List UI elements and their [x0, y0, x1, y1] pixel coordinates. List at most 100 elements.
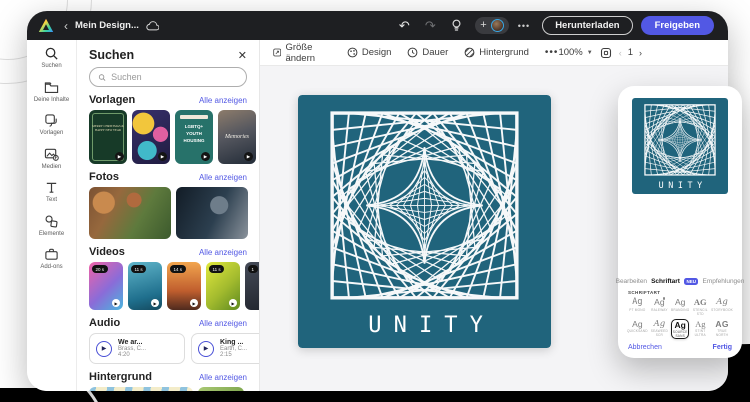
duration-badge: 14 s	[170, 265, 186, 273]
play-icon[interactable]: ▶	[112, 299, 120, 307]
section-title-background: Hintergrund	[89, 371, 152, 383]
duration-badge: 20 s	[92, 265, 108, 273]
font-option[interactable]: Ag STORYBOOK	[711, 297, 733, 315]
font-option[interactable]: AG TRUE NORTH	[711, 319, 733, 339]
tab-font[interactable]: Schriftart	[651, 278, 680, 285]
avatar[interactable]	[490, 19, 504, 32]
redo-icon[interactable]: ↷	[421, 17, 439, 35]
search-icon	[98, 73, 106, 81]
font-option[interactable]: Ag QUICKSAND	[627, 319, 648, 339]
play-icon[interactable]: ▶	[151, 299, 159, 307]
templates-row: MERRY CHRISTMAS & HAPPY NEW YEAR ▶ ▶ LGB…	[89, 110, 256, 164]
svg-text:UNITY: UNITY	[659, 180, 707, 190]
sidebar-item-search[interactable]: Suchen	[27, 46, 76, 71]
addons-icon	[45, 248, 58, 260]
photo-thumb[interactable]	[89, 187, 171, 239]
video-thumb[interactable]: 20 s ▶	[89, 262, 123, 310]
share-button[interactable]: Freigeben	[640, 16, 714, 35]
font-option[interactable]: AG STENCIL STD	[692, 297, 708, 315]
see-all-link[interactable]: Alle anzeigen	[199, 96, 247, 105]
search-input-wrap[interactable]	[89, 67, 247, 87]
sidebar-item-text[interactable]: Text	[27, 180, 76, 205]
play-icon[interactable]: ▶	[115, 152, 124, 161]
play-icon[interactable]: ▶	[198, 340, 214, 357]
see-all-link[interactable]: Alle anzeigen	[199, 373, 247, 382]
font-option-selected[interactable]: Ag SOURCE SANS	[671, 318, 690, 339]
icon-rail: Suchen Deine Inhalte Vorlagen Medien Tex…	[27, 40, 77, 391]
see-all-link[interactable]: Alle anzeigen	[199, 173, 247, 182]
play-icon[interactable]: ▶	[244, 152, 253, 161]
chevron-left-icon[interactable]: ‹	[619, 48, 622, 58]
tab-edit[interactable]: Bearbeiten	[616, 278, 647, 285]
design-button[interactable]: Design	[347, 47, 391, 58]
search-panel: Suchen ✕ Vorlagen Alle anzeigen MERRY CH…	[77, 40, 260, 391]
video-thumb[interactable]: 11 s ▶	[206, 262, 240, 310]
play-icon[interactable]: ▶	[190, 299, 198, 307]
background-row	[89, 387, 247, 391]
audio-card[interactable]: ▶ We ar... Brass, C... 4:20	[89, 333, 185, 364]
resize-button[interactable]: Größe ändern	[273, 42, 331, 64]
template-thumb[interactable]: LGBTQ+ YOUTH HOUSING ▶	[175, 110, 213, 164]
see-all-link[interactable]: Alle anzeigen	[199, 319, 247, 328]
template-thumb[interactable]: MERRY CHRISTMAS & HAPPY NEW YEAR ▶	[89, 110, 127, 164]
clock-icon	[408, 47, 418, 58]
play-icon[interactable]: ▶	[201, 152, 210, 161]
font-option[interactable]: Ag STINT ULTRA	[692, 319, 708, 339]
cancel-button[interactable]: Abbrechen	[628, 344, 662, 351]
font-option[interactable]: Ag RALEWAY	[651, 297, 668, 315]
adobe-express-logo[interactable]	[38, 18, 54, 33]
photo-thumb[interactable]	[176, 187, 248, 239]
text-icon	[46, 182, 57, 193]
close-icon[interactable]: ✕	[238, 49, 247, 62]
play-icon[interactable]: ▶	[229, 299, 237, 307]
done-button[interactable]: Fertig	[713, 344, 732, 351]
font-section-label: SCHRIFTART	[628, 290, 661, 296]
see-all-link[interactable]: Alle anzeigen	[199, 248, 247, 257]
lightbulb-icon[interactable]	[447, 17, 465, 35]
background-thumb[interactable]	[198, 387, 244, 391]
sidebar-item-your-content[interactable]: Deine Inhalte	[27, 80, 76, 105]
play-icon[interactable]: ▶	[158, 152, 167, 161]
cloud-sync-icon	[146, 20, 159, 31]
undo-icon[interactable]: ↶	[395, 17, 413, 35]
tab-recommendations[interactable]: Empfehlungen	[702, 278, 744, 285]
panel-title: Suchen	[89, 48, 135, 62]
chevron-right-icon[interactable]: ›	[639, 48, 642, 58]
elements-icon	[45, 215, 58, 228]
sidebar-item-media[interactable]: Medien	[27, 147, 76, 172]
svg-text:UNITY: UNITY	[368, 313, 495, 338]
download-button[interactable]: Herunterladen	[542, 16, 633, 35]
zoom-control[interactable]: 100% ▼	[558, 47, 592, 58]
font-option[interactable]: Ag BRANDING	[671, 297, 689, 315]
design-preview: UNITY	[632, 98, 728, 194]
video-thumb[interactable]: 14 s ▶	[167, 262, 201, 310]
plus-icon[interactable]: +	[480, 20, 486, 31]
play-icon[interactable]: ▶	[96, 340, 112, 357]
search-input[interactable]	[111, 72, 238, 82]
sidebar-item-templates[interactable]: Vorlagen	[27, 113, 76, 138]
font-option[interactable]: Ag PT MONO	[627, 297, 648, 315]
design-canvas[interactable]: UNITY	[298, 95, 551, 348]
document-title[interactable]: Mein Design...	[75, 20, 139, 31]
background-button[interactable]: Hintergrund	[464, 47, 529, 58]
video-thumb[interactable]: 1	[245, 262, 259, 310]
toolbar-more-icon[interactable]: •••	[545, 47, 559, 58]
pages-icon[interactable]	[600, 47, 612, 59]
search-icon	[45, 47, 58, 60]
sidebar-item-elements[interactable]: Elemente	[27, 214, 76, 239]
videos-row: 20 s ▶ 11 s ▶ 14 s ▶ 11 s ▶ 1	[89, 262, 259, 310]
collaborators-pill[interactable]: +	[475, 17, 509, 34]
sidebar-item-addons[interactable]: Add-ons	[27, 247, 76, 272]
font-grid: Ag PT MONO Ag RALEWAY Ag BRANDING AG STENCIL…	[627, 297, 733, 339]
template-thumb[interactable]: ▶	[132, 110, 170, 164]
chevron-down-icon: ▼	[586, 49, 593, 56]
duration-button[interactable]: Dauer	[407, 47, 448, 58]
audio-card[interactable]: ▶ King ... Earth, C... 2:15	[191, 333, 259, 364]
font-option[interactable]: Ag SEAWEED SCR	[651, 319, 668, 339]
template-thumb[interactable]: Memories ▶	[218, 110, 256, 164]
chevron-left-icon[interactable]: ‹	[64, 20, 68, 32]
app-header: ‹ Mein Design... ↶ ↷ + ••• Herunterladen…	[27, 11, 728, 40]
more-options-icon[interactable]: •••	[518, 21, 530, 31]
background-thumb[interactable]	[89, 387, 193, 391]
video-thumb[interactable]: 11 s ▶	[128, 262, 162, 310]
